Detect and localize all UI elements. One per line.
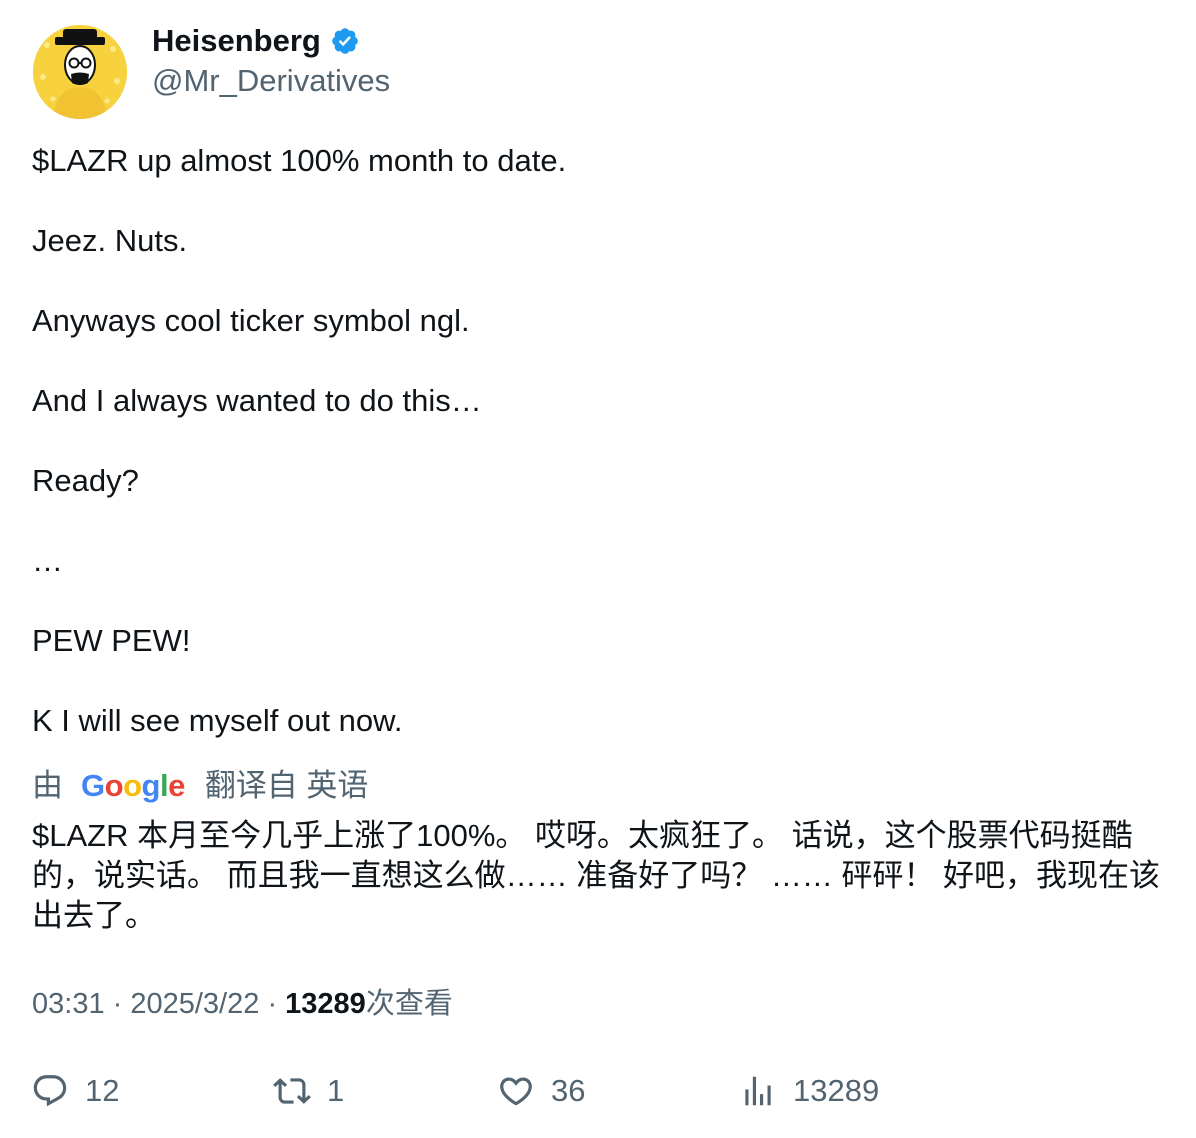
reply-button[interactable]: 12	[31, 1070, 119, 1112]
translation-attribution[interactable]: 由 Google 翻译自 英语	[32, 766, 368, 806]
views-button[interactable]: 13289	[739, 1070, 879, 1112]
author-handle[interactable]: @Mr_Derivatives	[152, 62, 390, 100]
tweet-meta: 03:31 · 2025/3/22 · 13289次查看	[32, 984, 453, 1024]
like-count: 36	[551, 1073, 586, 1108]
avatar[interactable]	[33, 25, 127, 119]
views-stat-count: 13289	[793, 1073, 880, 1108]
tweet-line: K I will see myself out now.	[32, 703, 403, 738]
translation-prefix: 由	[32, 768, 63, 803]
author-name-row: Heisenberg	[152, 22, 360, 60]
reply-icon	[33, 1075, 67, 1107]
views-label: 次查看	[365, 988, 453, 1020]
heisenberg-avatar-icon	[33, 25, 127, 119]
tweet-line: …	[32, 543, 63, 578]
retweet-icon	[273, 1078, 311, 1104]
tweet-line: $LAZR up almost 100% month to date.	[32, 143, 567, 178]
tweet-line: Ready?	[32, 463, 139, 498]
retweet-button[interactable]: 1	[273, 1070, 344, 1112]
tweet-line: PEW PEW!	[32, 623, 191, 658]
tweet-line: And I always wanted to do this…	[32, 383, 482, 418]
views-count: 13289	[285, 988, 366, 1020]
analytics-icon	[745, 1076, 771, 1106]
heart-icon	[500, 1077, 532, 1106]
tweet-line: Jeez. Nuts.	[32, 223, 188, 258]
retweet-count: 1	[327, 1073, 345, 1108]
display-name[interactable]: Heisenberg	[152, 22, 321, 60]
google-logo: Google	[81, 768, 185, 803]
translated-text: $LAZR 本月至今几乎上涨了100%。 哎呀。太疯狂了。 话说，这个股票代码挺…	[32, 818, 1161, 933]
tweet-text: $LAZR up almost 100% month to date. Jeez…	[32, 141, 1162, 741]
verified-badge-icon	[332, 28, 358, 54]
tweet-time[interactable]: 03:31	[32, 988, 105, 1020]
meta-separator: ·	[112, 988, 131, 1020]
tweet-line: Anyways cool ticker symbol ngl.	[32, 303, 470, 338]
like-button[interactable]: 36	[497, 1070, 585, 1112]
reply-count: 12	[85, 1073, 120, 1108]
tweet-date[interactable]: 2025/3/22	[130, 988, 259, 1020]
translation-suffix: 翻译自 英语	[204, 768, 369, 803]
meta-separator: ·	[267, 988, 286, 1020]
